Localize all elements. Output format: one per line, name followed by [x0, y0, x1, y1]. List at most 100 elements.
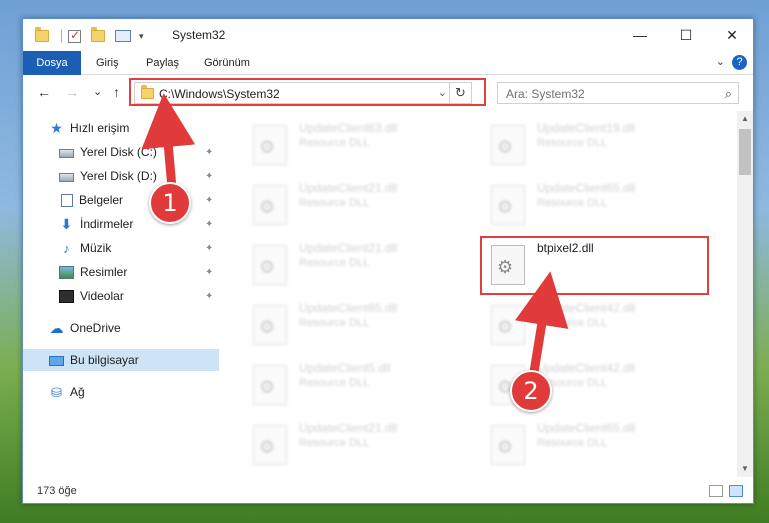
- sidebar-item-label: Ağ: [70, 385, 85, 399]
- up-button[interactable]: ↑: [113, 84, 120, 100]
- ribbon-expand-icon[interactable]: ⌄: [716, 55, 725, 68]
- star-icon: ★: [50, 119, 63, 136]
- file-description: Resource DLL: [299, 437, 370, 449]
- sidebar-item-label: Videolar: [80, 289, 124, 303]
- file-list: UpdateClient63.dll Resource DLL UpdateCl…: [229, 115, 735, 475]
- dll-file-icon: [253, 125, 287, 165]
- dll-file-icon: [491, 125, 525, 165]
- search-input[interactable]: Ara: System32: [506, 87, 585, 101]
- address-highlight-box: [129, 78, 486, 106]
- new-folder-icon[interactable]: [91, 27, 105, 42]
- pin-icon[interactable]: ✦: [205, 243, 213, 254]
- file-name: UpdateClient65.dll: [537, 181, 636, 195]
- sidebar-item-label: Hızlı erişim: [70, 121, 130, 135]
- forward-button[interactable]: →: [65, 84, 79, 100]
- pin-icon[interactable]: ✦: [205, 147, 213, 158]
- download-icon: ⬇: [60, 215, 73, 232]
- pin-icon[interactable]: ✦: [205, 291, 213, 302]
- large-icons-view-button[interactable]: [729, 485, 743, 497]
- sidebar-item-music[interactable]: ♪ Müzik ✦: [23, 237, 219, 259]
- sidebar-item-downloads[interactable]: ⬇ İndirmeler ✦: [23, 213, 219, 235]
- quick-access-toolbar: ▾: [35, 27, 144, 45]
- details-view-button[interactable]: [709, 485, 723, 497]
- dll-file-icon: [253, 305, 287, 345]
- search-icon[interactable]: ⌕: [725, 86, 732, 102]
- navigation-pane: ★ Hızlı erişim Yerel Disk (C:) ✦ Yerel D…: [23, 115, 219, 475]
- file-description: Resource DLL: [537, 197, 608, 209]
- file-item[interactable]: UpdateClient19.dll Resource DLL: [477, 117, 707, 169]
- sidebar-item-label: Resimler: [80, 265, 128, 279]
- sidebar-item-disk-d[interactable]: Yerel Disk (D:) ✦: [23, 165, 219, 187]
- dll-file-icon: [253, 365, 287, 405]
- pin-icon[interactable]: ✦: [205, 219, 213, 230]
- folder-icon: [35, 27, 49, 42]
- search-box[interactable]: Ara: System32 ⌕: [497, 82, 739, 104]
- vertical-scrollbar[interactable]: ▲ ▼: [737, 111, 753, 477]
- file-name: UpdateClient19.dll: [537, 121, 636, 135]
- computer-icon: [49, 355, 64, 366]
- maximize-button[interactable]: ☐: [663, 19, 709, 51]
- sidebar-item-quick-access[interactable]: ★ Hızlı erişim: [23, 117, 219, 139]
- dll-file-icon: [491, 305, 525, 345]
- scroll-down-icon[interactable]: ▼: [737, 461, 753, 477]
- file-name: UpdateClient63.dll: [299, 121, 398, 135]
- file-name: UpdateClient5.dll: [299, 361, 391, 375]
- customize-toolbar-icon[interactable]: ▾: [139, 31, 144, 42]
- sidebar-item-videos[interactable]: Videolar ✦: [23, 285, 219, 307]
- properties-icon[interactable]: [115, 30, 131, 42]
- back-button[interactable]: ←: [37, 84, 51, 100]
- file-description: Resource DLL: [299, 197, 370, 209]
- minimize-button[interactable]: —: [617, 19, 663, 51]
- sidebar-item-label: OneDrive: [70, 321, 121, 335]
- pin-icon[interactable]: ✦: [205, 171, 213, 182]
- documents-icon: [61, 193, 73, 207]
- file-item[interactable]: UpdateClient65.dll Resource DLL: [239, 297, 469, 349]
- step-badge-2: 2: [510, 370, 552, 412]
- scroll-up-icon[interactable]: ▲: [737, 111, 753, 127]
- sidebar-item-pictures[interactable]: Resimler ✦: [23, 261, 219, 283]
- tab-file[interactable]: Dosya: [23, 51, 81, 75]
- file-item[interactable]: UpdateClient21.dll Resource DLL: [239, 177, 469, 229]
- disk-icon: [59, 148, 74, 158]
- dll-file-icon: [491, 425, 525, 465]
- file-name: UpdateClient42.dll: [537, 361, 636, 375]
- pin-icon[interactable]: ✦: [205, 267, 213, 278]
- cloud-icon: ☁: [49, 319, 64, 336]
- sidebar-item-network[interactable]: ⛁ Ağ: [23, 381, 219, 403]
- file-item[interactable]: UpdateClient21.dll Resource DLL: [239, 417, 469, 469]
- file-description: Resource DLL: [299, 317, 370, 329]
- file-item[interactable]: UpdateClient5.dll Resource DLL: [239, 357, 469, 409]
- dll-file-icon: [253, 185, 287, 225]
- file-name: UpdateClient65.dll: [299, 301, 398, 315]
- tab-view[interactable]: Görünüm: [193, 51, 261, 75]
- scroll-thumb[interactable]: [739, 129, 751, 175]
- file-name: UpdateClient42.dll: [537, 301, 636, 315]
- file-item[interactable]: UpdateClient21.dll Resource DLL: [239, 237, 469, 289]
- close-button[interactable]: ✕: [709, 19, 755, 51]
- file-description: Resource DLL: [299, 137, 370, 149]
- file-item[interactable]: UpdateClient65.dll Resource DLL: [477, 177, 707, 229]
- file-item[interactable]: UpdateClient42.dll Resource DLL: [477, 297, 707, 349]
- network-icon: ⛁: [51, 384, 62, 400]
- file-item[interactable]: UpdateClient65.dll Resource DLL: [477, 417, 707, 469]
- tab-home[interactable]: Giriş: [85, 51, 130, 75]
- recent-locations-button[interactable]: ⌄: [93, 85, 102, 98]
- sidebar-item-onedrive[interactable]: ☁ OneDrive: [23, 317, 219, 339]
- sidebar-item-label: Müzik: [80, 241, 112, 255]
- pictures-icon: [59, 265, 74, 279]
- sidebar-item-this-pc[interactable]: Bu bilgisayar: [23, 349, 219, 371]
- music-icon: ♪: [63, 240, 70, 256]
- properties-check-icon[interactable]: [68, 28, 81, 43]
- sidebar-item-disk-c[interactable]: Yerel Disk (C:) ✦: [23, 141, 219, 163]
- help-icon[interactable]: ?: [732, 55, 747, 70]
- file-description: Resource DLL: [537, 317, 608, 329]
- tab-share[interactable]: Paylaş: [135, 51, 190, 75]
- sidebar-item-label: Yerel Disk (C:): [80, 145, 157, 159]
- file-name: UpdateClient21.dll: [299, 181, 398, 195]
- pin-icon[interactable]: ✦: [205, 195, 213, 206]
- file-item[interactable]: UpdateClient63.dll Resource DLL: [239, 117, 469, 169]
- file-highlight-box: [480, 236, 709, 295]
- file-name: UpdateClient21.dll: [299, 241, 398, 255]
- sidebar-item-label: Belgeler: [79, 193, 124, 207]
- sidebar-item-label: İndirmeler: [80, 217, 134, 231]
